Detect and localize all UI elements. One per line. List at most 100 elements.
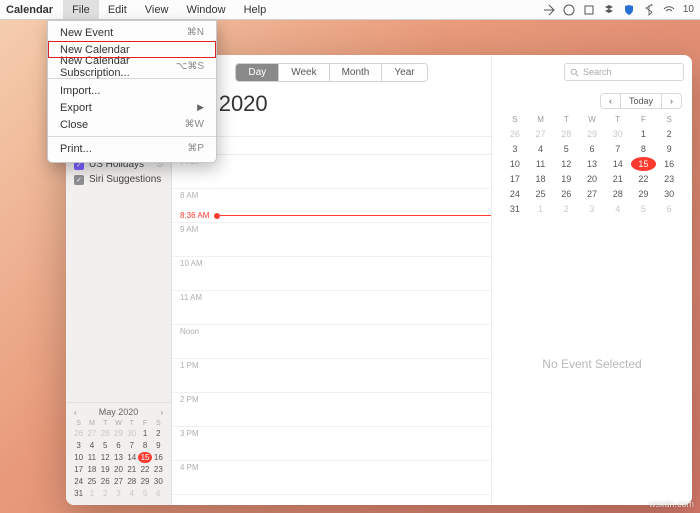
menu-help[interactable]: Help <box>235 0 276 19</box>
cal-day[interactable]: 22 <box>138 464 151 475</box>
cal-day[interactable]: 14 <box>125 452 138 463</box>
cal-day[interactable]: 10 <box>502 157 528 171</box>
cal-day[interactable]: 3 <box>72 440 85 451</box>
cal-day[interactable]: 6 <box>112 440 125 451</box>
menu-window[interactable]: Window <box>177 0 234 19</box>
bluetooth-icon[interactable] <box>643 4 655 16</box>
dropbox-icon[interactable] <box>603 4 615 16</box>
cal-day[interactable]: 2 <box>656 127 682 141</box>
cal-day[interactable]: 12 <box>99 452 112 463</box>
checkbox-icon[interactable]: ✓ <box>74 175 84 185</box>
cal-day[interactable]: 4 <box>85 440 98 451</box>
cal-day[interactable]: 17 <box>72 464 85 475</box>
cal-day[interactable]: 17 <box>502 172 528 186</box>
cal-day[interactable]: 26 <box>553 187 579 201</box>
tray-icon-1[interactable] <box>543 4 555 16</box>
cal-day[interactable]: 3 <box>502 142 528 156</box>
cal-day[interactable]: 18 <box>85 464 98 475</box>
cal-day[interactable]: 1 <box>138 428 151 439</box>
hour-row[interactable]: 7 AM <box>172 155 491 189</box>
cal-day[interactable]: 14 <box>605 157 631 171</box>
month-mini-calendar[interactable]: SMTWTFS262728293012345678910111213141516… <box>492 113 692 222</box>
tab-day[interactable]: Day <box>236 64 278 81</box>
cal-day[interactable]: 9 <box>152 440 165 451</box>
hour-row[interactable]: 2 PM <box>172 393 491 427</box>
cal-day[interactable]: 27 <box>579 187 605 201</box>
hour-row[interactable]: Noon <box>172 325 491 359</box>
cal-day[interactable]: 19 <box>553 172 579 186</box>
cal-day[interactable]: 25 <box>85 476 98 487</box>
tab-week[interactable]: Week <box>278 64 328 81</box>
cal-day[interactable]: 23 <box>152 464 165 475</box>
hour-row[interactable]: 10 AM <box>172 257 491 291</box>
hour-grid[interactable]: 8:36 AM 7 AM8 AM9 AM10 AM11 AMNoon1 PM2 … <box>172 155 491 505</box>
cal-day[interactable]: 7 <box>605 142 631 156</box>
hour-row[interactable]: 3 PM <box>172 427 491 461</box>
cal-day[interactable]: 1 <box>631 127 657 141</box>
cal-day[interactable]: 21 <box>605 172 631 186</box>
chevron-right-icon[interactable]: › <box>158 408 165 417</box>
cal-day[interactable]: 7 <box>125 440 138 451</box>
hour-row[interactable]: 1 PM <box>172 359 491 393</box>
cal-day[interactable]: 16 <box>656 157 682 171</box>
cal-day[interactable]: 21 <box>125 464 138 475</box>
tray-icon-2[interactable] <box>563 4 575 16</box>
menu-file[interactable]: File <box>63 0 99 19</box>
cal-day[interactable]: 28 <box>125 476 138 487</box>
hour-row[interactable]: 11 AM <box>172 291 491 325</box>
cal-day[interactable]: 2 <box>152 428 165 439</box>
shield-icon[interactable] <box>623 4 635 16</box>
menu-print[interactable]: Print...⌘P <box>48 140 216 157</box>
tab-year[interactable]: Year <box>381 64 426 81</box>
date-nav-buttons[interactable]: ‹ Today › <box>600 93 682 109</box>
tab-month[interactable]: Month <box>329 64 382 81</box>
cal-day[interactable]: 31 <box>72 488 85 499</box>
cal-day[interactable]: 13 <box>579 157 605 171</box>
cal-day[interactable]: 4 <box>528 142 554 156</box>
cal-day[interactable]: 22 <box>631 172 657 186</box>
cal-day[interactable]: 18 <box>528 172 554 186</box>
hour-row[interactable]: 8 AM <box>172 189 491 223</box>
cal-day[interactable]: 12 <box>553 157 579 171</box>
menu-new-event[interactable]: New Event⌘N <box>48 24 216 41</box>
app-name[interactable]: Calendar <box>0 4 63 16</box>
hour-row[interactable]: 4 PM <box>172 461 491 495</box>
cal-day[interactable]: 24 <box>502 187 528 201</box>
cal-day[interactable]: 5 <box>99 440 112 451</box>
cal-day[interactable]: 30 <box>152 476 165 487</box>
cal-day[interactable]: 25 <box>528 187 554 201</box>
cal-day[interactable]: 24 <box>72 476 85 487</box>
search-input[interactable]: Search <box>564 63 684 81</box>
menu-export[interactable]: Export▶ <box>48 99 216 116</box>
hour-row[interactable]: 9 AM <box>172 223 491 257</box>
wifi-icon[interactable] <box>663 4 675 16</box>
cal-day[interactable]: 8 <box>631 142 657 156</box>
today-button[interactable]: Today <box>620 94 661 108</box>
view-segmented-control[interactable]: Day Week Month Year <box>235 63 427 82</box>
cal-day[interactable]: 15 <box>631 157 657 171</box>
calendar-siri[interactable]: ✓ Siri Suggestions <box>72 172 165 187</box>
menu-edit[interactable]: Edit <box>99 0 136 19</box>
cal-day[interactable]: 16 <box>152 452 165 463</box>
chevron-left-icon[interactable]: ‹ <box>72 408 79 417</box>
cal-day[interactable]: 15 <box>138 452 151 463</box>
cal-day[interactable]: 29 <box>138 476 151 487</box>
cal-day[interactable]: 20 <box>579 172 605 186</box>
cal-day[interactable]: 28 <box>605 187 631 201</box>
cal-day[interactable]: 11 <box>528 157 554 171</box>
cal-day[interactable]: 23 <box>656 172 682 186</box>
cal-day[interactable]: 6 <box>579 142 605 156</box>
cal-day[interactable]: 29 <box>631 187 657 201</box>
cal-day[interactable]: 9 <box>656 142 682 156</box>
cal-day[interactable]: 5 <box>553 142 579 156</box>
tray-icon-3[interactable] <box>583 4 595 16</box>
cal-day[interactable]: 8 <box>138 440 151 451</box>
cal-day[interactable]: 27 <box>112 476 125 487</box>
cal-day[interactable]: 10 <box>72 452 85 463</box>
cal-day[interactable]: 20 <box>112 464 125 475</box>
prev-button[interactable]: ‹ <box>601 94 620 108</box>
cal-day[interactable]: 31 <box>502 202 528 216</box>
cal-day[interactable]: 30 <box>656 187 682 201</box>
cal-day[interactable]: 11 <box>85 452 98 463</box>
next-button[interactable]: › <box>661 94 681 108</box>
